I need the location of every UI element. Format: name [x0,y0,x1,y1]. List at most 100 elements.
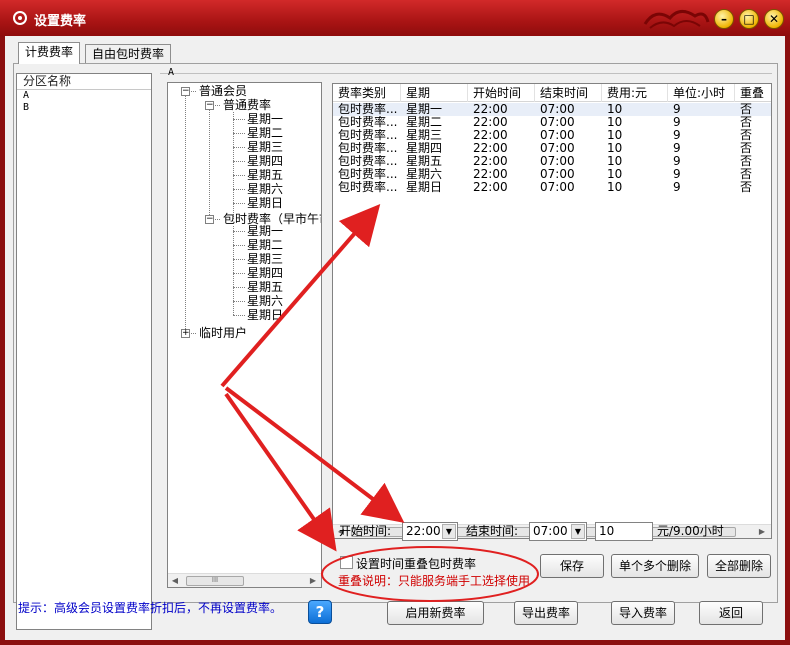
back-button[interactable]: 返回 [699,601,763,625]
help-icon[interactable]: ? [308,600,332,624]
table-cell[interactable]: 9 [673,181,736,194]
fee-input[interactable]: 10 [595,522,653,541]
table-cell[interactable]: 22:00 [473,155,536,168]
table-cell[interactable]: 否 [740,129,770,142]
rate-tree[interactable]: − 普通会员 − 普通费率 星期一 星期二 星期三 星期四 星期五 星期六 星期… [167,82,322,588]
tree-node-day[interactable]: 星期四 [247,266,283,280]
table-cell[interactable]: 星期五 [406,155,469,168]
zone-list[interactable]: 分区名称 A B [16,73,152,630]
table-cell[interactable]: 星期日 [406,181,469,194]
table-cell[interactable]: 07:00 [540,181,603,194]
dropdown-arrow-icon[interactable]: ▼ [442,524,456,539]
table-cell[interactable]: 9 [673,168,736,181]
tree-node-day[interactable]: 星期六 [247,182,283,196]
column-header[interactable]: 结束时间 [535,84,602,102]
export-rate-button[interactable]: 导出费率 [514,601,578,625]
delete-selected-button[interactable]: 单个多个删除 [611,554,699,578]
table-cell[interactable]: 星期三 [406,129,469,142]
save-button[interactable]: 保存 [540,554,604,578]
column-header[interactable]: 开始时间 [468,84,535,102]
tree-node-day[interactable]: 星期二 [247,126,283,140]
collapse-toggle-icon[interactable]: − [205,101,214,110]
table-cell[interactable]: 否 [740,116,770,129]
minimize-button[interactable]: – [714,9,734,29]
overlap-checkbox[interactable] [340,556,353,569]
table-cell[interactable]: 10 [607,142,670,155]
table-cell[interactable]: 10 [607,181,670,194]
table-cell[interactable]: 22:00 [473,103,536,116]
delete-all-button[interactable]: 全部删除 [707,554,771,578]
table-cell[interactable]: 9 [673,129,736,142]
table-cell[interactable]: 10 [607,116,670,129]
table-cell[interactable]: 22:00 [473,168,536,181]
maximize-button[interactable]: □ [739,9,759,29]
tree-node-regular-rate[interactable]: 普通费率 [223,98,271,112]
table-cell[interactable]: 包时费率... [338,168,401,181]
table-cell[interactable]: 10 [607,155,670,168]
table-cell[interactable]: 包时费率... [338,116,401,129]
table-cell[interactable]: 22:00 [473,129,536,142]
column-header[interactable]: 费率类别 [333,84,401,102]
tree-node-day[interactable]: 星期一 [247,224,283,238]
scroll-thumb[interactable]: III [186,576,244,586]
list-item[interactable]: A [17,90,151,102]
collapse-toggle-icon[interactable]: − [181,87,190,96]
expand-toggle-icon[interactable]: + [181,329,190,338]
table-cell[interactable]: 星期六 [406,168,469,181]
tree-node-temp-user[interactable]: 临时用户 [199,326,247,340]
table-cell[interactable]: 22:00 [473,116,536,129]
table-cell[interactable]: 9 [673,103,736,116]
table-cell[interactable]: 07:00 [540,155,603,168]
tree-node-day[interactable]: 星期日 [247,308,283,322]
tree-node-day[interactable]: 星期五 [247,280,283,294]
scroll-right-icon[interactable]: ▶ [308,576,318,585]
table-cell[interactable]: 10 [607,129,670,142]
table-cell[interactable]: 9 [673,155,736,168]
table-cell[interactable]: 否 [740,155,770,168]
table-cell[interactable]: 07:00 [540,116,603,129]
column-header[interactable]: 单位:小时 [668,84,735,102]
close-button[interactable]: ✕ [764,9,784,29]
tree-node-regular-member[interactable]: 普通会员 [199,84,247,98]
table-cell[interactable]: 包时费率... [338,103,401,116]
table-cell[interactable]: 否 [740,142,770,155]
tab-free-package-rate[interactable]: 自由包时费率 [85,44,172,64]
tree-node-day[interactable]: 星期日 [247,196,283,210]
start-time-select[interactable]: 22:00 ▼ [402,522,458,541]
end-time-select[interactable]: 07:00 ▼ [529,522,587,541]
column-header[interactable]: 星期 [401,84,468,102]
scroll-right-icon[interactable]: ▶ [757,527,767,536]
table-cell[interactable]: 否 [740,181,770,194]
table-cell[interactable]: 包时费率... [338,142,401,155]
table-cell[interactable]: 星期四 [406,142,469,155]
table-cell[interactable]: 包时费率... [338,129,401,142]
table-cell[interactable]: 9 [673,116,736,129]
tree-node-day[interactable]: 星期五 [247,168,283,182]
tree-horizontal-scrollbar[interactable]: ◀ III ▶ [168,573,321,587]
scroll-left-icon[interactable]: ◀ [170,576,180,585]
table-cell[interactable]: 07:00 [540,168,603,181]
table-cell[interactable]: 22:00 [473,181,536,194]
table-cell[interactable]: 星期一 [406,103,469,116]
tree-node-day[interactable]: 星期三 [247,252,283,266]
table-cell[interactable]: 07:00 [540,129,603,142]
import-rate-button[interactable]: 导入费率 [611,601,675,625]
tree-node-day[interactable]: 星期六 [247,294,283,308]
table-cell[interactable]: 否 [740,168,770,181]
tree-node-day[interactable]: 星期二 [247,238,283,252]
enable-new-rate-button[interactable]: 启用新费率 [387,601,484,625]
table-cell[interactable]: 07:00 [540,142,603,155]
table-cell[interactable]: 星期二 [406,116,469,129]
tree-node-day[interactable]: 星期四 [247,154,283,168]
dropdown-arrow-icon[interactable]: ▼ [571,524,585,539]
rate-grid[interactable]: 费率类别 星期 开始时间 结束时间 费用:元 单位:小时 重叠 包时费率... 星… [332,83,772,539]
table-cell[interactable]: 9 [673,142,736,155]
column-header[interactable]: 重叠 [735,84,771,102]
table-cell[interactable]: 包时费率... [338,181,401,194]
table-cell[interactable]: 10 [607,168,670,181]
list-item[interactable]: B [17,102,151,114]
table-cell[interactable]: 22:00 [473,142,536,155]
table-cell[interactable]: 10 [607,103,670,116]
tab-billing-rate[interactable]: 计费费率 [18,42,81,64]
column-header[interactable]: 费用:元 [602,84,668,102]
